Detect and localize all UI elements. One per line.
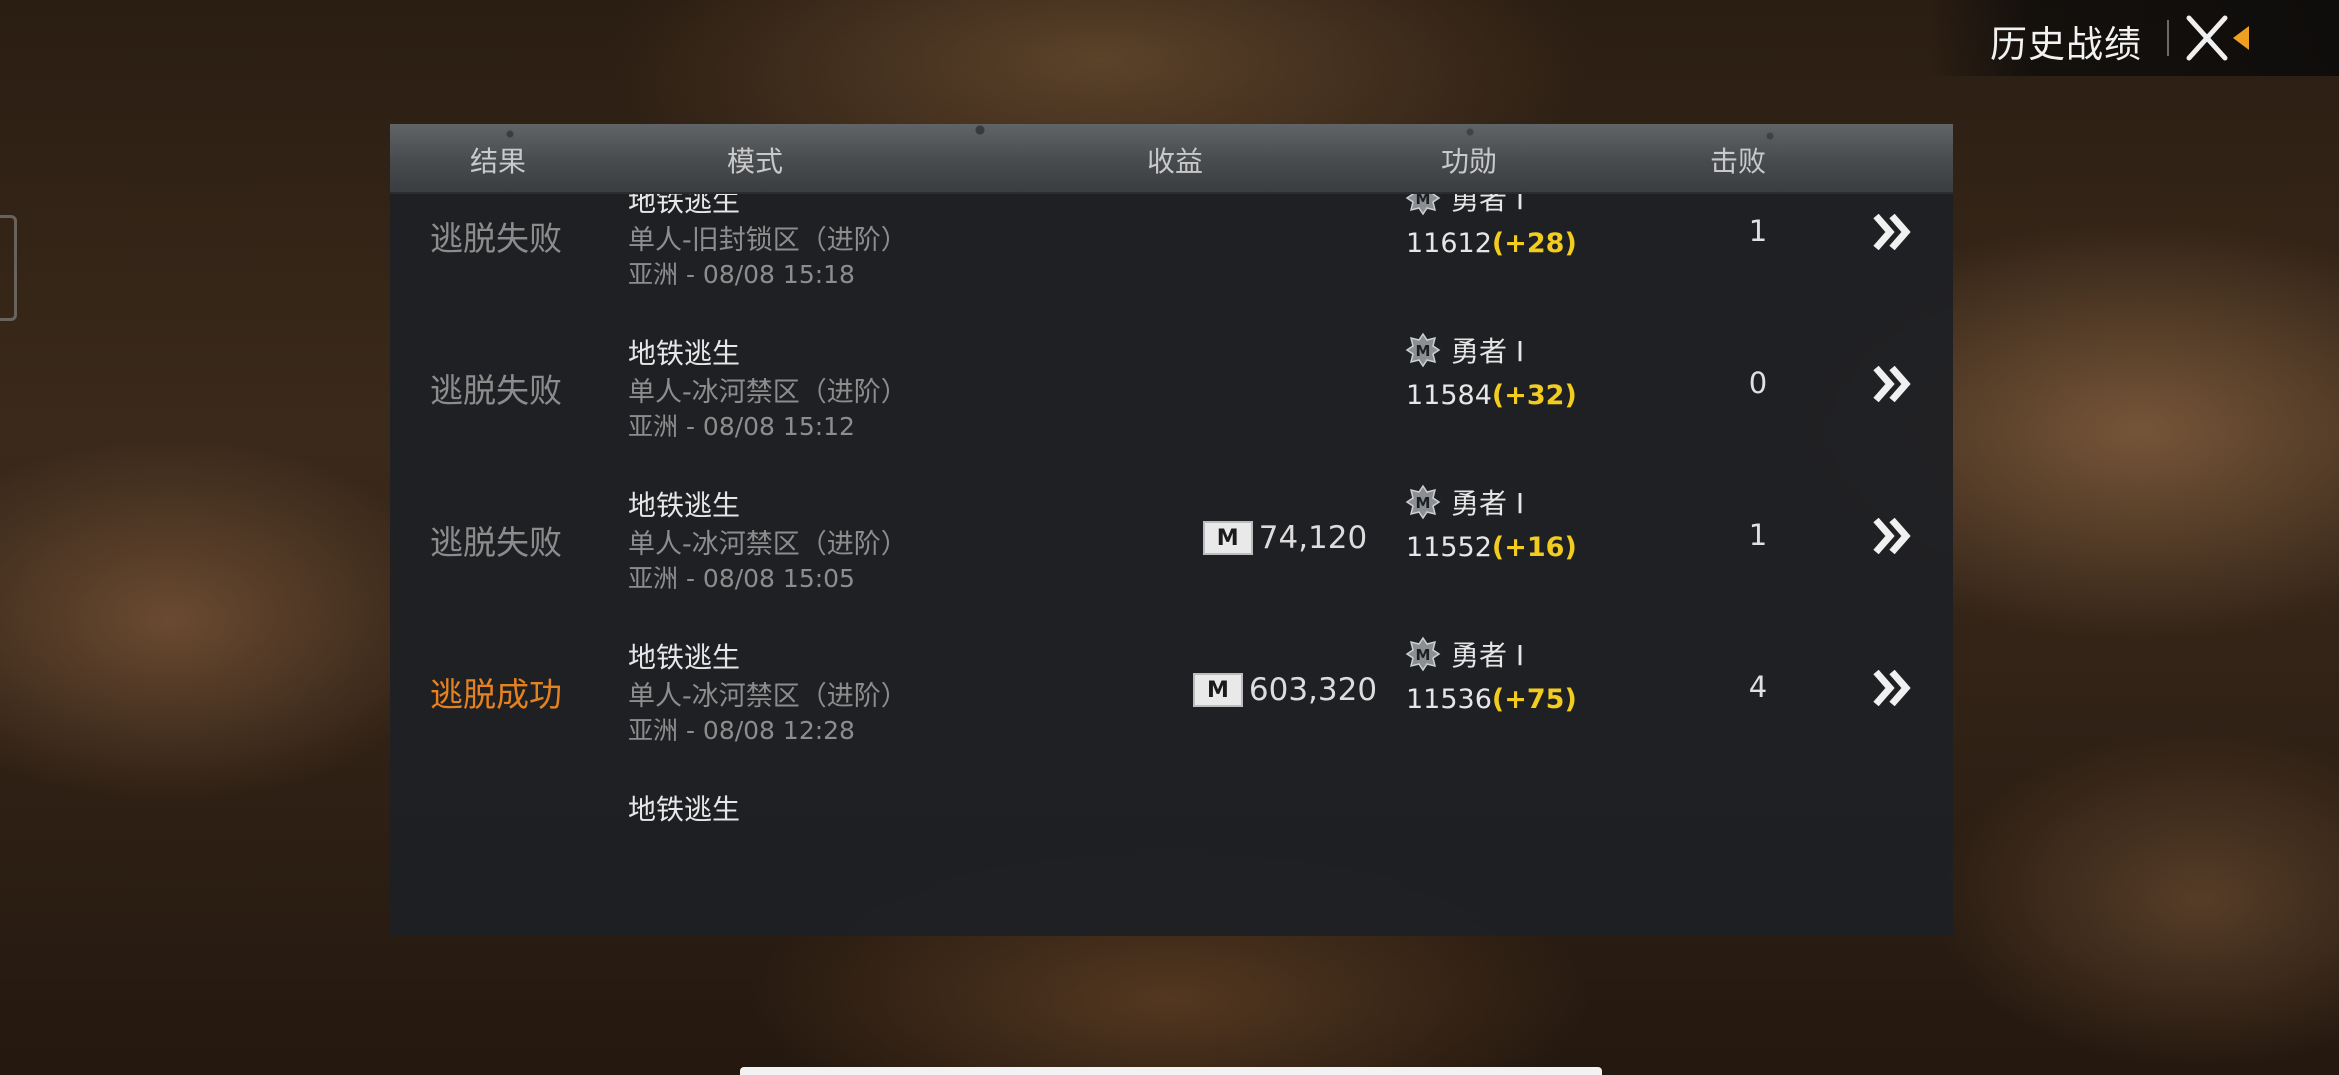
- kill-count: 1: [1748, 518, 1768, 552]
- mode-title: 地铁逃生: [628, 641, 741, 674]
- income-value: 74,120: [1258, 520, 1368, 556]
- side-panel-tab[interactable]: [0, 215, 17, 321]
- merit-value: 11584: [1406, 380, 1492, 411]
- rank-name: 勇者 I: [1451, 639, 1525, 672]
- match-detail-button[interactable]: [1870, 514, 1916, 558]
- mode-title: 地铁逃生: [628, 337, 741, 370]
- merit-score: 11552(+16): [1406, 532, 1577, 563]
- table-header: 结果 模式 收益 功勋 击败: [390, 124, 1953, 194]
- chevron-right-icon: [1873, 213, 1911, 251]
- mode-subtitle: 单人-冰河禁区（进阶）: [628, 681, 908, 712]
- header-mode: 模式: [726, 145, 784, 178]
- match-result: 逃脱失败: [430, 371, 562, 410]
- match-detail-button[interactable]: [1870, 666, 1916, 710]
- header-result: 结果: [469, 145, 527, 178]
- mode-title: 地铁逃生: [628, 793, 741, 826]
- kill-count: 1: [1748, 214, 1768, 248]
- kill-count: 0: [1748, 366, 1768, 400]
- mode-subtitle: 单人-旧封锁区（进阶）: [628, 225, 908, 256]
- match-detail-button[interactable]: [1870, 362, 1916, 406]
- home-indicator: [740, 1067, 1602, 1075]
- chevron-right-icon: [1873, 669, 1911, 707]
- merit-value: 11612: [1406, 228, 1492, 259]
- rank-line: M 勇者 I: [1405, 330, 1524, 370]
- merit-score: 11536(+75): [1406, 684, 1577, 715]
- rank-line: M 勇者 I: [1405, 634, 1524, 674]
- rank-badge-icon: M: [1405, 332, 1441, 368]
- match-result: 逃脱成功: [430, 675, 562, 714]
- match-history-panel: 结果 模式 收益 功勋 击败 逃脱失败 地铁逃生 单人-旧封锁区（进阶） 亚洲 …: [390, 124, 1953, 936]
- svg-text:M: M: [1416, 646, 1431, 664]
- rank-line: M 勇者 I: [1405, 482, 1524, 522]
- header-kills: 击败: [1709, 145, 1767, 178]
- page-title: 历史战绩: [1990, 23, 2142, 66]
- title-divider: [2167, 20, 2169, 56]
- mode-subtitle: 单人-冰河禁区（进阶）: [628, 377, 908, 408]
- merit-delta: (+28): [1491, 228, 1577, 259]
- merit-value: 11536: [1406, 684, 1492, 715]
- rank-badge-icon: M: [1405, 636, 1441, 672]
- svg-text:M: M: [1416, 494, 1431, 512]
- merit-score: 11584(+32): [1406, 380, 1577, 411]
- svg-text:M: M: [1416, 342, 1431, 360]
- merit-score: 11612(+28): [1406, 228, 1577, 259]
- match-result: 逃脱失败: [430, 219, 562, 258]
- rank-name: 勇者 I: [1451, 487, 1525, 520]
- match-row[interactable]: 逃脱成功 地铁逃生 单人-冰河禁区（进阶） 亚洲 - 08/08 12:28 M…: [390, 610, 1953, 762]
- mode-title: 地铁逃生: [628, 489, 741, 522]
- match-time: 亚洲 - 08/08 12:28: [628, 716, 855, 745]
- chevron-right-icon: [1873, 365, 1911, 403]
- coin-icon: M: [1192, 673, 1243, 707]
- rank-name: 勇者 I: [1451, 335, 1525, 368]
- match-row[interactable]: 逃脱失败 地铁逃生 单人-冰河禁区（进阶） 亚洲 - 08/08 15:05 M…: [390, 458, 1953, 610]
- match-list[interactable]: 逃脱失败 地铁逃生 单人-旧封锁区（进阶） 亚洲 - 08/08 15:21 M…: [390, 124, 1953, 914]
- rank-badge-icon: M: [1405, 484, 1441, 520]
- match-result: 逃脱失败: [430, 523, 562, 562]
- merit-value: 11552: [1406, 532, 1492, 563]
- header-income: 收益: [1146, 145, 1204, 178]
- close-icon: [2186, 15, 2249, 61]
- match-time: 亚洲 - 08/08 15:05: [628, 564, 855, 593]
- chevron-right-icon: [1873, 517, 1911, 555]
- header-merit: 功勋: [1440, 145, 1498, 178]
- income-value: 603,320: [1248, 672, 1378, 708]
- income-cell: M 74,120: [1175, 518, 1395, 558]
- merit-delta: (+75): [1491, 684, 1577, 715]
- mode-subtitle: 单人-冰河禁区（进阶）: [628, 529, 908, 560]
- income-cell: M 603,320: [1175, 670, 1395, 710]
- close-button[interactable]: [2185, 14, 2253, 64]
- coin-icon: M: [1202, 521, 1253, 555]
- match-row[interactable]: 逃脱失败 地铁逃生 单人-冰河禁区（进阶） 亚洲 - 08/08 15:12 M…: [390, 306, 1953, 458]
- match-row[interactable]: 地铁逃生 M: [390, 762, 1953, 914]
- kill-count: 4: [1748, 670, 1768, 704]
- match-time: 亚洲 - 08/08 15:12: [628, 412, 855, 441]
- match-time: 亚洲 - 08/08 15:18: [628, 260, 855, 289]
- merit-delta: (+16): [1491, 532, 1577, 563]
- merit-delta: (+32): [1491, 380, 1577, 411]
- match-detail-button[interactable]: [1870, 210, 1916, 254]
